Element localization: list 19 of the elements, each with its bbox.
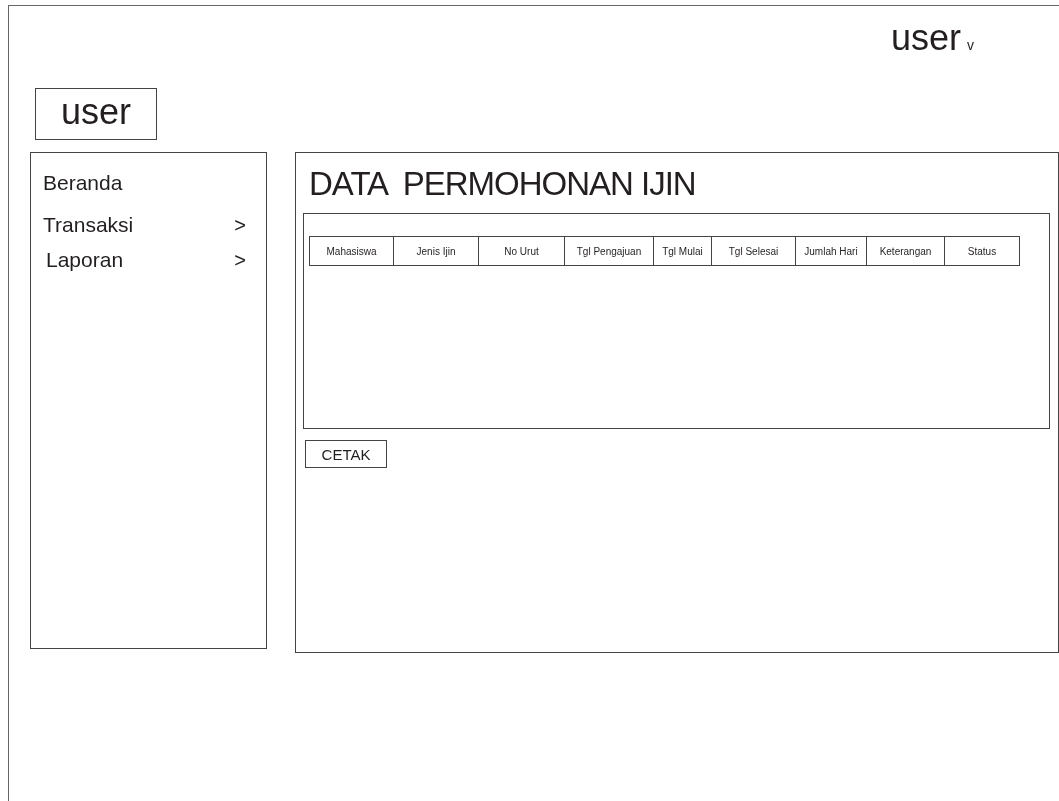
user-menu[interactable]: user v — [890, 20, 974, 60]
print-button[interactable]: CETAK — [305, 440, 387, 468]
caret-icon: v — [967, 38, 974, 52]
sidebar-item[interactable]: Beranda — [43, 167, 250, 199]
column-header: No Urut — [479, 236, 565, 266]
chevron-icon: > — [234, 213, 246, 237]
column-header: Keterangan — [867, 236, 945, 266]
page-title: DATA PERMOHONAN IJIN — [309, 165, 697, 204]
column-header: Jumlah Hari — [796, 236, 867, 266]
column-header: Tgl Selesai — [712, 236, 796, 266]
sidebar-item[interactable]: Laporan > — [43, 245, 250, 275]
user-label: user — [35, 88, 157, 140]
column-header: Mahasiswa — [309, 236, 394, 266]
sidebar-item[interactable]: Transaksi > — [43, 205, 250, 245]
column-header: Tgl Pengajuan — [565, 236, 654, 266]
chevron-icon: > — [234, 248, 246, 272]
column-header: Tgl Mulai — [654, 236, 712, 266]
column-header: Jenis Ijin — [394, 236, 479, 266]
column-header: Status — [945, 236, 1020, 266]
